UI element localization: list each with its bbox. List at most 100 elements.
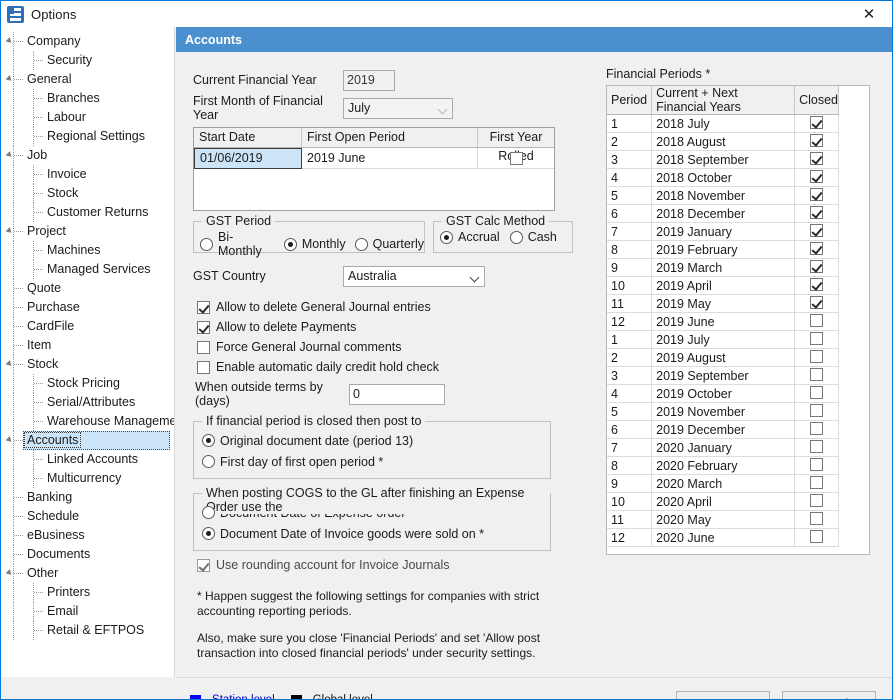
radio-indicator[interactable] xyxy=(200,237,213,251)
closed-checkbox[interactable] xyxy=(810,331,824,345)
table-row[interactable]: 6 2019 December xyxy=(607,420,839,439)
closed-checkbox[interactable] xyxy=(810,457,824,471)
first-year-rolled-checkbox[interactable] xyxy=(509,151,523,165)
closed-period-options[interactable]: Original document date (period 13) First … xyxy=(194,422,550,472)
closed-checkbox[interactable] xyxy=(810,529,824,543)
sidebar-item-general[interactable]: General xyxy=(1,70,174,89)
cell-start-date[interactable]: 01/06/2019 xyxy=(194,148,302,169)
table-row[interactable]: 1 2019 July xyxy=(607,330,839,349)
sidebar-item-serial-attributes[interactable]: Serial/Attributes xyxy=(1,393,174,412)
radio-accrual[interactable]: Accrual xyxy=(440,230,500,244)
radio-indicator[interactable] xyxy=(283,237,297,251)
checkbox-indicator[interactable] xyxy=(197,320,210,334)
table-row[interactable]: 2 2018 August xyxy=(607,132,839,151)
radio-indicator[interactable] xyxy=(202,434,215,447)
expander-triangle-icon[interactable] xyxy=(5,360,14,368)
checkbox-enable-automatic-daily-credit-hold-check[interactable]: Enable automatic daily credit hold check xyxy=(197,357,593,377)
sidebar-item-stock[interactable]: Stock xyxy=(1,355,174,374)
radio-indicator[interactable] xyxy=(202,527,215,540)
first-month-select[interactable]: July xyxy=(343,97,453,119)
checkbox-indicator[interactable] xyxy=(197,300,210,314)
sidebar-item-security[interactable]: Security xyxy=(1,51,174,70)
table-row[interactable]: 1 2018 July xyxy=(607,114,839,133)
sidebar-item-project[interactable]: Project xyxy=(1,222,174,241)
table-row[interactable]: 10 2020 April xyxy=(607,492,839,511)
closed-checkbox[interactable] xyxy=(810,169,824,183)
table-row[interactable]: 5 2019 November xyxy=(607,402,839,421)
closed-checkbox[interactable] xyxy=(810,205,824,219)
closed-checkbox[interactable] xyxy=(810,115,824,129)
cell-closed[interactable] xyxy=(794,474,839,493)
expander-triangle-icon[interactable] xyxy=(5,227,14,235)
cell-closed[interactable] xyxy=(794,294,839,313)
closed-checkbox[interactable] xyxy=(810,403,824,417)
table-row[interactable]: 8 2019 February xyxy=(607,240,839,259)
table-row[interactable]: 5 2018 November xyxy=(607,186,839,205)
radio-cash[interactable]: Cash xyxy=(509,230,557,244)
cell-closed[interactable] xyxy=(794,438,839,457)
rounding-account-row[interactable]: Use rounding account for Invoice Journal… xyxy=(197,555,593,575)
sidebar-item-company[interactable]: Company xyxy=(1,32,174,51)
start-date-grid[interactable]: Start Date First Open Period First Year … xyxy=(193,127,555,211)
table-row[interactable]: 9 2019 March xyxy=(607,258,839,277)
sidebar-item-invoice[interactable]: Invoice xyxy=(1,165,174,184)
table-row[interactable]: 3 2018 September xyxy=(607,150,839,169)
closed-checkbox[interactable] xyxy=(810,493,824,507)
cell-closed[interactable] xyxy=(794,456,839,475)
table-row[interactable]: 11 2020 May xyxy=(607,510,839,529)
closed-checkbox[interactable] xyxy=(810,313,824,327)
financial-periods-panel[interactable]: Period Current + Next Financial Years Cl… xyxy=(606,85,870,555)
sidebar-item-email[interactable]: Email xyxy=(1,602,174,621)
closed-checkbox[interactable] xyxy=(810,349,824,363)
accounts-checkbox-list[interactable]: Allow to delete General Journal entries A… xyxy=(197,297,593,377)
outside-terms-field[interactable]: 0 xyxy=(349,383,445,405)
cell-closed[interactable] xyxy=(794,402,839,421)
current-financial-year-field[interactable]: 2019 xyxy=(343,69,395,91)
sidebar-item-stock[interactable]: Stock xyxy=(1,184,174,203)
financial-periods-table[interactable]: Period Current + Next Financial Years Cl… xyxy=(607,86,839,547)
table-row[interactable]: 10 2019 April xyxy=(607,276,839,295)
radio-original-document-date-period-13[interactable]: Original document date (period 13) xyxy=(202,430,550,451)
closed-checkbox[interactable] xyxy=(810,151,824,165)
table-row[interactable]: 12 2019 June xyxy=(607,312,839,331)
table-row[interactable]: 4 2018 October xyxy=(607,168,839,187)
table-row[interactable]: 2 2019 August xyxy=(607,348,839,367)
table-row[interactable]: 12 2020 June xyxy=(607,528,839,547)
table-row[interactable]: 11 2019 May xyxy=(607,294,839,313)
cell-closed[interactable] xyxy=(794,420,839,439)
radio-document-date-of-invoice-goods-were-sold-on[interactable]: Document Date of Invoice goods were sold… xyxy=(202,523,550,544)
closed-checkbox[interactable] xyxy=(810,295,824,309)
cell-closed[interactable] xyxy=(794,204,839,223)
closed-checkbox[interactable] xyxy=(810,133,824,147)
sidebar-item-job[interactable]: Job xyxy=(1,146,174,165)
sidebar-item-multicurrency[interactable]: Multicurrency xyxy=(1,469,174,488)
table-row[interactable]: 7 2020 January xyxy=(607,438,839,457)
cell-closed[interactable] xyxy=(794,132,839,151)
closed-checkbox[interactable] xyxy=(810,241,824,255)
sidebar-item-purchase[interactable]: Purchase xyxy=(1,298,174,317)
sidebar-item-branches[interactable]: Branches xyxy=(1,89,174,108)
closed-checkbox[interactable] xyxy=(810,511,824,525)
sidebar-item-other[interactable]: Other xyxy=(1,564,174,583)
sidebar-item-customer-returns[interactable]: Customer Returns xyxy=(1,203,174,222)
table-row[interactable]: 7 2019 January xyxy=(607,222,839,241)
sidebar-item-cardfile[interactable]: CardFile xyxy=(1,317,174,336)
radio-quarterly[interactable]: Quarterly xyxy=(354,237,424,251)
radio-indicator[interactable] xyxy=(440,230,453,244)
cell-closed[interactable] xyxy=(794,348,839,367)
cell-closed[interactable] xyxy=(794,240,839,259)
sidebar-item-ebusiness[interactable]: eBusiness xyxy=(1,526,174,545)
sidebar-item-documents[interactable]: Documents xyxy=(1,545,174,564)
rounding-account-checkbox[interactable] xyxy=(197,558,210,572)
sidebar-item-accounts[interactable]: Accounts xyxy=(1,431,174,450)
closed-checkbox[interactable] xyxy=(810,385,824,399)
gst-country-select[interactable]: Australia xyxy=(343,265,485,287)
cell-closed[interactable] xyxy=(794,258,839,277)
cell-closed[interactable] xyxy=(794,222,839,241)
checkbox-indicator[interactable] xyxy=(197,360,210,374)
radio-monthly[interactable]: Monthly xyxy=(283,237,346,251)
closed-checkbox[interactable] xyxy=(810,223,824,237)
checkbox-force-general-journal-comments[interactable]: Force General Journal comments xyxy=(197,337,593,357)
sidebar-item-schedule[interactable]: Schedule xyxy=(1,507,174,526)
cell-closed[interactable] xyxy=(794,276,839,295)
